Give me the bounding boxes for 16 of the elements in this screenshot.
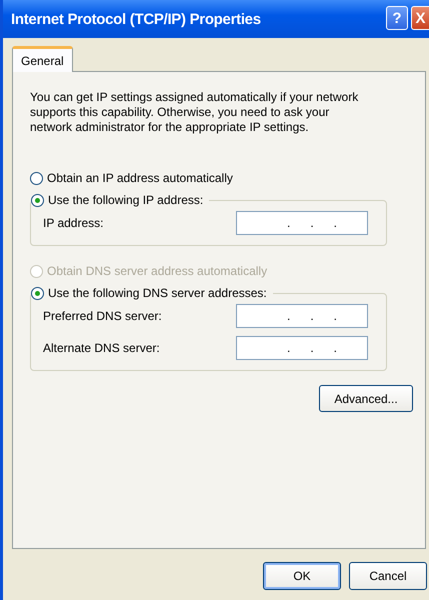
description-text: You can get IP settings assigned automatically if your network supports this capability. Otherwise, you need to ask your network administrator for the appropriate IP settings. — [30, 90, 360, 135]
field-label: IP address: — [43, 216, 104, 230]
field-label: Preferred DNS server: — [43, 309, 162, 323]
advanced-button[interactable]: Advanced... — [319, 385, 413, 412]
radio-option[interactable]: Obtain an IP address automatically — [30, 171, 387, 185]
radio-option[interactable]: Use the following DNS server addresses: — [31, 286, 267, 300]
close-button[interactable]: X — [411, 6, 429, 30]
tab[interactable]: General — [12, 46, 73, 72]
dialog-button[interactable]: OK — [263, 562, 341, 590]
ip-address-field[interactable]: . . . — [236, 304, 368, 328]
field-label: Alternate DNS server: — [43, 341, 160, 355]
window-title: Internet Protocol (TCP/IP) Properties — [11, 10, 261, 28]
ip-address-field[interactable]: . . . — [236, 211, 368, 235]
dialog-button[interactable]: Cancel — [349, 562, 427, 590]
radio-option[interactable]: Use the following IP address: — [31, 193, 204, 207]
ip-address-field[interactable]: . . . — [236, 336, 368, 360]
